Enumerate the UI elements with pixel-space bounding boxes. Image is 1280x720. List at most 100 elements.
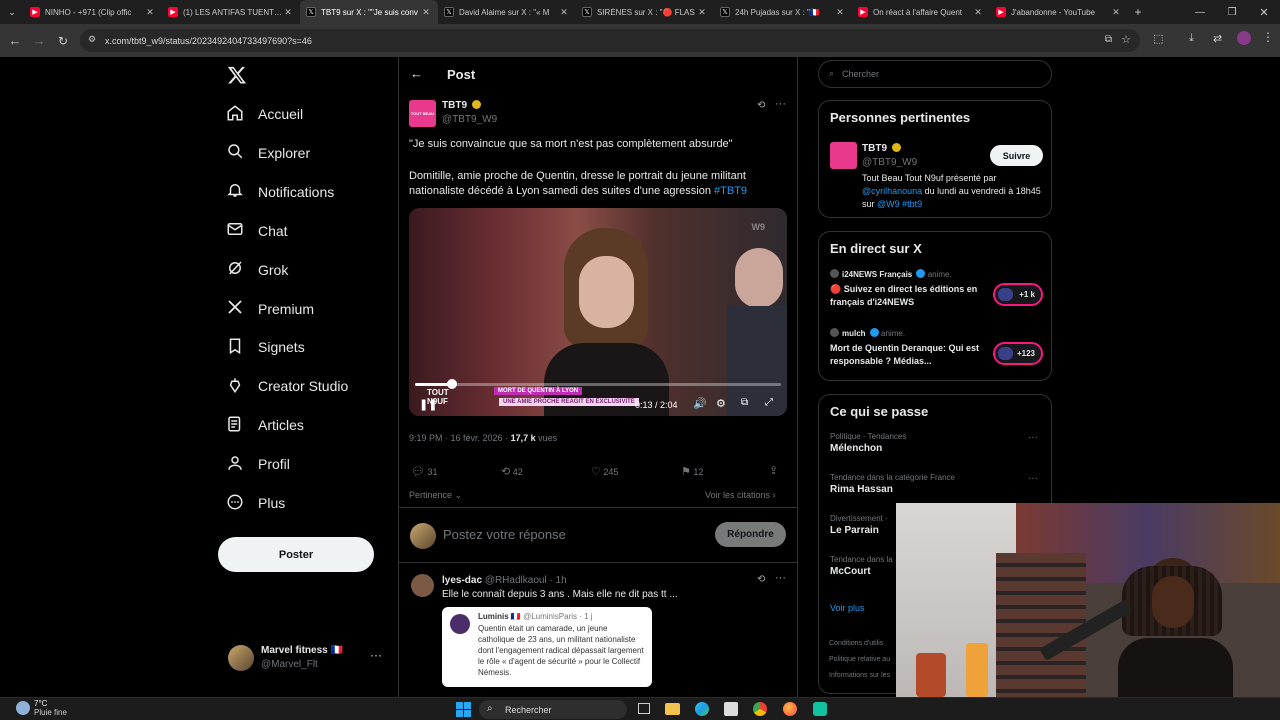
post-more-icon[interactable]: ··· xyxy=(775,98,786,110)
restore-button[interactable]: ❐ xyxy=(1216,7,1248,18)
tab-close-icon[interactable]: ✕ xyxy=(144,7,156,18)
edge-icon[interactable] xyxy=(695,702,709,716)
live-item[interactable]: mulch anime. Mort de Quentin Deranque: Qu… xyxy=(830,328,1045,380)
close-window-button[interactable]: ✕ xyxy=(1248,6,1280,19)
trend-more-icon[interactable]: ··· xyxy=(1028,432,1038,443)
post-author-name[interactable]: TBT9 xyxy=(442,100,481,111)
post-hashtag[interactable]: #TBT9 xyxy=(714,185,747,197)
browser-menu-icon[interactable]: ⋮ xyxy=(1262,30,1274,44)
repost-action[interactable]: ⟲ 42 xyxy=(501,465,523,478)
browser-tab[interactable]: ▶ On réact à l'affaire Quent ✕ xyxy=(852,0,990,24)
reply-action[interactable]: 💬︎ 31 xyxy=(411,465,438,478)
relevance-sort[interactable]: Pertinence ⌄ xyxy=(409,490,462,501)
forward-icon[interactable]: → xyxy=(27,29,51,53)
reply-author[interactable]: lyes-dac xyxy=(442,575,482,586)
address-bar[interactable]: ⚙ x.com/tbt9_w9/status/20234924047334976… xyxy=(80,29,1140,52)
trend-more-icon[interactable]: ··· xyxy=(1028,473,1038,484)
grok-explain-icon[interactable]: ⟲ xyxy=(757,100,765,111)
x-logo-icon[interactable] xyxy=(227,65,249,87)
post-author-handle[interactable]: @TBT9_W9 xyxy=(442,114,497,125)
bio-mention[interactable]: @cyrilhanouna xyxy=(862,186,922,196)
nav-item-profil[interactable]: Profil xyxy=(218,449,290,479)
browser-tab[interactable]: 𝕏 24h Pujadas sur X : "🇫🇷 ✕ xyxy=(714,0,852,24)
footer-link[interactable]: Informations sur les xyxy=(829,672,890,679)
tab-close-icon[interactable]: ✕ xyxy=(696,7,708,18)
view-quotes-link[interactable]: Voir les citations › xyxy=(705,490,776,500)
store-icon[interactable] xyxy=(724,702,738,716)
browser-tab[interactable]: 𝕏 TBT9 sur X : ""Je suis conv ✕ xyxy=(300,0,438,24)
browser-tab[interactable]: ▶ J'abandonne - YouTube ✕ xyxy=(990,0,1128,24)
firefox-icon[interactable] xyxy=(783,702,797,716)
browser-tab[interactable]: ▶ NINHO - +971 (Clip offic ✕ xyxy=(24,0,162,24)
tab-close-icon[interactable]: ✕ xyxy=(282,7,294,18)
browser-tab[interactable]: ▶ (1) LES ANTIFAS TUENT Q ✕ xyxy=(162,0,300,24)
browser-tab[interactable]: 𝕏 SIRÈNES sur X : "🔴 FLAS ✕ xyxy=(576,0,714,24)
post-avatar[interactable]: TOUT BEAU xyxy=(409,100,436,127)
nav-item-notifications[interactable]: Notifications xyxy=(218,177,334,207)
tab-close-icon[interactable]: ✕ xyxy=(420,7,432,18)
start-icon[interactable] xyxy=(456,702,471,717)
tab-search-button[interactable]: ⌄ xyxy=(0,0,24,24)
back-arrow-icon[interactable]: ← xyxy=(410,66,423,81)
minimize-button[interactable]: — xyxy=(1184,7,1216,18)
reply-avatar[interactable] xyxy=(411,574,434,597)
like-action[interactable]: ♡ 245 xyxy=(591,465,618,478)
follow-button[interactable]: Suivre xyxy=(990,145,1043,166)
back-icon[interactable]: ← xyxy=(3,29,27,53)
reply-more-icon[interactable]: ··· xyxy=(775,572,786,584)
profile-avatar[interactable] xyxy=(1237,31,1251,45)
bookmark-action[interactable]: ⚑ 12 xyxy=(681,465,703,478)
nav-item-chat[interactable]: Chat xyxy=(218,216,288,246)
browser-tab[interactable]: 𝕏 David Alaime sur X : "« M ✕ xyxy=(438,0,576,24)
video-player[interactable]: W9 MORT DE QUENTIN À LYON UNE AMIE PROCH… xyxy=(409,208,787,416)
task-view-icon[interactable] xyxy=(638,703,650,714)
footer-link[interactable]: Politique relative au xyxy=(829,656,890,663)
chrome-icon[interactable] xyxy=(753,702,767,716)
file-explorer-icon[interactable] xyxy=(665,703,680,715)
video-progress-track[interactable] xyxy=(415,379,781,389)
app-icon[interactable] xyxy=(813,702,827,716)
search-box[interactable]: ⌕ Chercher xyxy=(818,60,1052,88)
new-tab-button[interactable]: + xyxy=(1128,5,1148,19)
nav-item-signets[interactable]: Signets xyxy=(218,332,305,362)
tab-close-icon[interactable]: ✕ xyxy=(558,7,570,18)
tab-close-icon[interactable]: ✕ xyxy=(972,7,984,18)
weather-icon[interactable] xyxy=(16,701,30,715)
reply-grok-icon[interactable]: ⟲ xyxy=(757,574,765,585)
share-icon[interactable]: ⇪ xyxy=(769,464,778,477)
pause-icon[interactable]: ❚❚ xyxy=(419,398,437,411)
nav-item-premium[interactable]: Premium xyxy=(218,294,314,324)
nav-item-plus[interactable]: Plus xyxy=(218,488,285,518)
nav-item-articles[interactable]: Articles xyxy=(218,410,304,440)
tab-close-icon[interactable]: ✕ xyxy=(834,7,846,18)
bio-hashtag[interactable]: #tbt9 xyxy=(900,199,922,209)
quoted-tweet[interactable]: Luminis 🇫🇷 @LuminisParis · 1 j Quentin é… xyxy=(442,607,652,687)
taskbar-search[interactable]: ⌕ Rechercher xyxy=(479,700,627,719)
post-button[interactable]: Poster xyxy=(218,537,374,572)
account-more-icon[interactable]: ··· xyxy=(370,648,382,662)
see-more-link[interactable]: Voir plus xyxy=(830,603,865,613)
downloads-icon[interactable]: ⤓ xyxy=(1189,32,1194,45)
relevant-avatar[interactable] xyxy=(830,142,857,169)
nav-item-explorer[interactable]: Explorer xyxy=(218,138,310,168)
nav-item-accueil[interactable]: Accueil xyxy=(218,99,303,129)
fullscreen-icon[interactable]: ⤢ xyxy=(765,397,773,408)
tab-close-icon[interactable]: ✕ xyxy=(1110,7,1122,18)
nav-item-creator-studio[interactable]: Creator Studio xyxy=(218,371,348,401)
reply-tweet[interactable]: lyes-dac @RHadlkaoul · 1h ⟲ ··· Elle le … xyxy=(399,569,797,697)
search-input[interactable]: Chercher xyxy=(842,69,879,79)
live-badge[interactable]: +1 k xyxy=(993,283,1043,306)
reply-input[interactable]: Postez votre réponse xyxy=(443,527,566,542)
volume-icon[interactable]: 🔊 xyxy=(693,397,707,410)
settings-gear-icon[interactable]: ⚙ xyxy=(716,397,726,410)
bookmark-star-icon[interactable]: ☆ xyxy=(1121,33,1131,46)
post-timestamp[interactable]: 9:19 PM · 16 févr. 2026 · xyxy=(409,433,511,443)
picture-in-picture-icon[interactable]: ⧉ xyxy=(741,397,748,408)
live-item[interactable]: i24NEWS Français anime. 🔴 Suivez en direc… xyxy=(830,269,1045,321)
trend-item[interactable]: Politique · Tendances Mélenchon ··· xyxy=(830,432,1045,468)
reload-icon[interactable]: ↻ xyxy=(51,29,75,53)
reply-button[interactable]: Répondre xyxy=(715,522,786,547)
install-app-icon[interactable]: ⧉ xyxy=(1105,34,1112,45)
account-switcher[interactable]: Marvel fitness 🇫🇷 @Marvel_Flt ··· xyxy=(218,642,388,676)
extensions-icon[interactable]: ⬚ xyxy=(1153,32,1163,45)
